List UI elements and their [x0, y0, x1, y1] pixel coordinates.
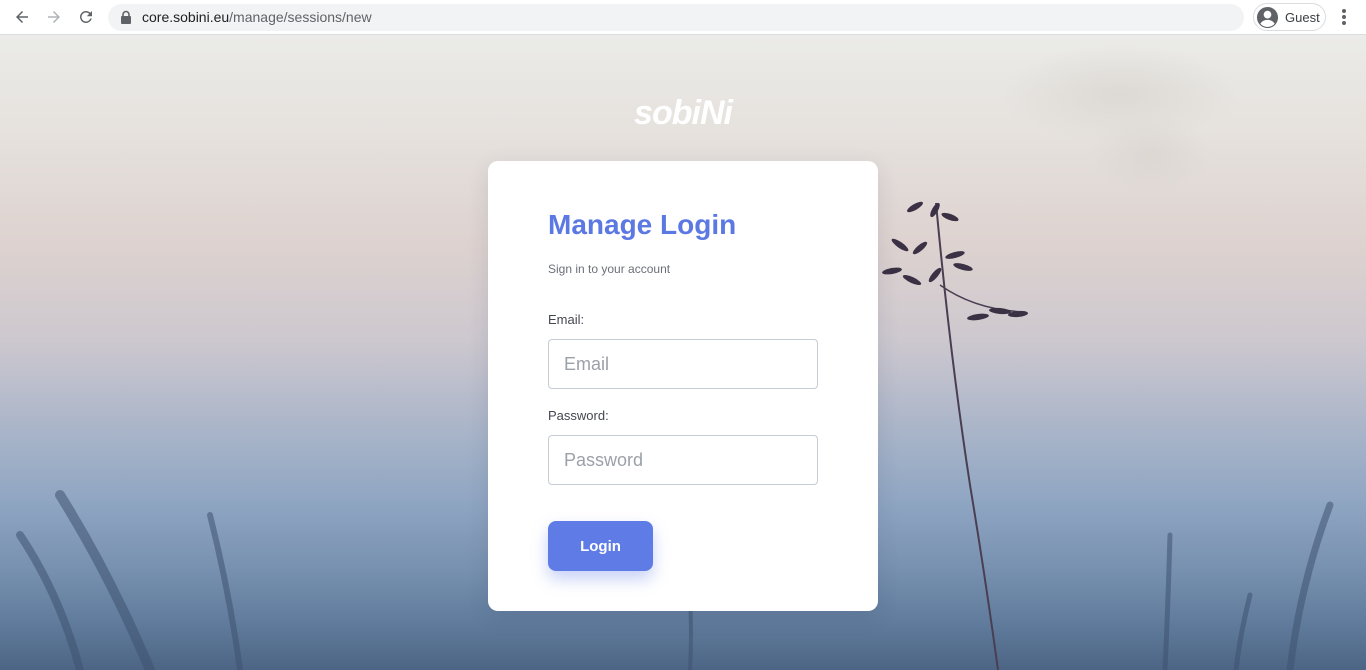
url-text: core.sobini.eu/manage/sessions/new: [142, 10, 372, 25]
browser-toolbar: core.sobini.eu/manage/sessions/new Guest: [0, 0, 1366, 35]
url-path: /manage/sessions/new: [229, 9, 372, 25]
password-field[interactable]: [548, 435, 818, 485]
email-label: Email:: [548, 312, 585, 327]
profile-label: Guest: [1285, 10, 1320, 25]
login-button[interactable]: Login: [548, 521, 653, 571]
email-field[interactable]: [548, 339, 818, 389]
login-card: Manage Login Sign in to your account Ema…: [488, 161, 878, 611]
forward-arrow-icon: [48, 11, 60, 23]
forward-button[interactable]: [42, 5, 66, 29]
more-vert-icon[interactable]: [1334, 6, 1354, 28]
password-label: Password:: [548, 408, 609, 423]
reload-icon: [79, 10, 92, 23]
back-arrow-icon: [16, 11, 28, 23]
address-bar[interactable]: core.sobini.eu/manage/sessions/new: [108, 4, 1244, 31]
page-title: Manage Login: [548, 209, 737, 240]
account-circle-icon: [1256, 6, 1279, 29]
lock-icon: [121, 10, 131, 24]
url-domain: core.sobini.eu: [142, 9, 230, 25]
logo-text: sobiNi: [634, 94, 734, 132]
login-page-background: sobiNi Manage Login Sign in to your acco…: [0, 35, 1366, 670]
profile-button[interactable]: Guest: [1253, 3, 1326, 31]
back-button[interactable]: [10, 5, 34, 29]
sobini-logo: sobiNi: [634, 94, 735, 132]
page-subtitle: Sign in to your account: [548, 262, 671, 276]
reload-button[interactable]: [74, 5, 98, 29]
